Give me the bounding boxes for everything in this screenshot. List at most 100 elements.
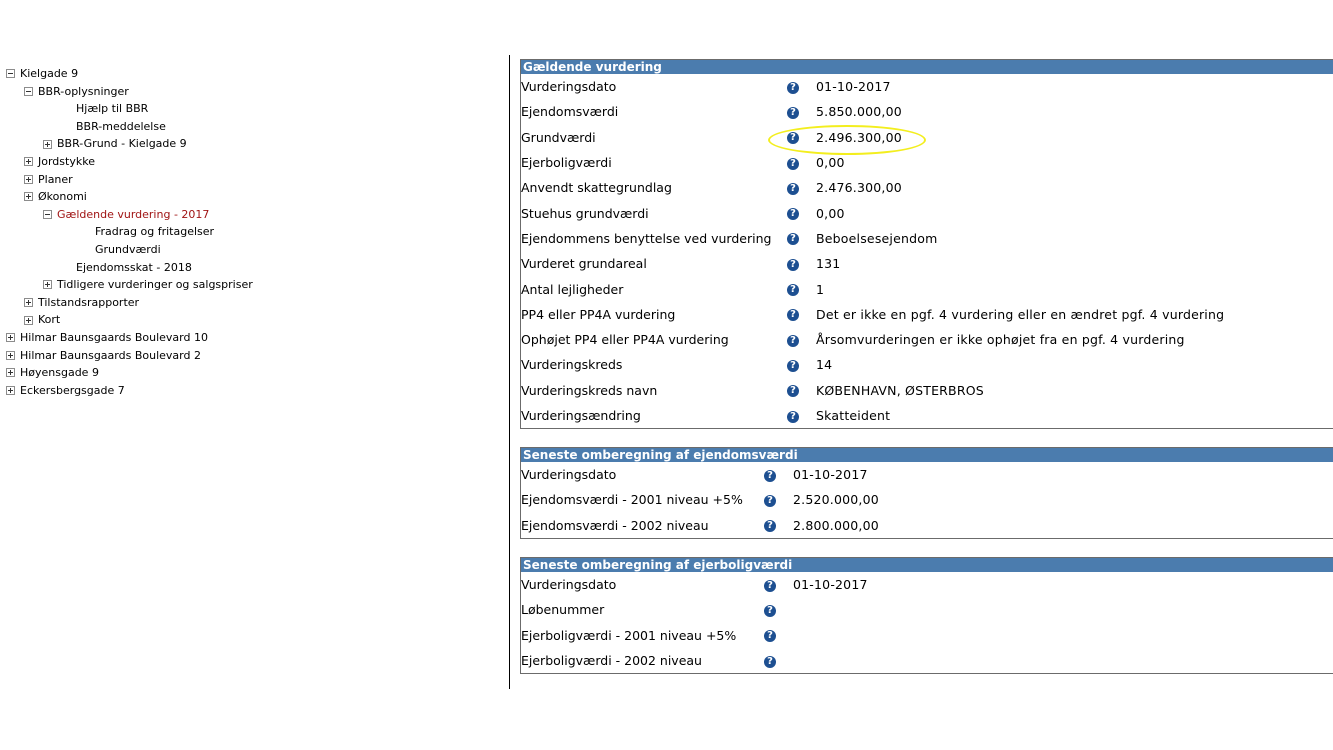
value-cell: 2.476.300,00 — [801, 175, 1333, 200]
question-circle-icon[interactable]: ? — [764, 630, 776, 643]
tree-node-label[interactable]: Hilmar Baunsgaards Boulevard 2 — [20, 347, 201, 365]
tree-node-label[interactable]: Eckersbergsgade 7 — [20, 382, 125, 400]
tree-node[interactable]: Tilstandsrapporter — [6, 294, 501, 312]
tree-node[interactable]: Ejendomsskat - 2018 — [6, 259, 501, 277]
tree-node[interactable]: Fradrag og fritagelser — [6, 223, 501, 241]
panel-title: Seneste omberegning af ejendomsværdi — [521, 448, 1333, 462]
tree-node-label[interactable]: Fradrag og fritagelser — [95, 223, 214, 241]
question-circle-icon[interactable]: ? — [764, 579, 776, 592]
tree-node-label[interactable]: Økonomi — [38, 188, 87, 206]
table-row: Vurderingsdato? 01-10-2017 — [521, 462, 1333, 487]
question-circle-icon[interactable]: ? — [764, 604, 776, 617]
tree-node[interactable]: Eckersbergsgade 7 — [6, 382, 501, 400]
question-circle-icon[interactable]: ? — [764, 494, 776, 507]
tree-node-label[interactable]: Høyensgade 9 — [20, 364, 99, 382]
question-circle-icon[interactable]: ? — [787, 157, 799, 170]
question-circle-icon[interactable]: ? — [764, 469, 776, 482]
leaf-spacer — [81, 245, 90, 254]
tree-node-label[interactable]: Tidligere vurderinger og salgspriser — [57, 276, 253, 294]
tree-node-label[interactable]: BBR-meddelelse — [76, 118, 166, 136]
row-value: 2.520.000,00 — [793, 492, 879, 508]
tree-node-label[interactable]: Hjælp til BBR — [76, 100, 148, 118]
tree-node[interactable]: Hilmar Baunsgaards Boulevard 10 — [6, 329, 501, 347]
question-circle-icon[interactable]: ? — [787, 106, 799, 119]
expand-icon[interactable] — [24, 315, 33, 325]
collapse-icon[interactable] — [6, 69, 15, 79]
table-row: Ejendomsværdi? 5.850.000,00 — [521, 99, 1333, 124]
value-cell: 5.850.000,00 — [801, 99, 1333, 124]
tree-node[interactable]: BBR-meddelelse — [6, 118, 501, 136]
question-circle-icon[interactable]: ? — [764, 655, 776, 668]
tree-node-label[interactable]: Tilstandsrapporter — [38, 294, 139, 312]
expand-icon[interactable] — [24, 157, 33, 167]
tree-node[interactable]: Grundværdi — [6, 241, 501, 259]
tree-node[interactable]: Kort — [6, 311, 501, 329]
row-label: Vurderingsdato — [521, 577, 617, 593]
tree-node[interactable]: Gældende vurdering - 2017 — [6, 206, 501, 224]
question-circle-icon[interactable]: ? — [787, 410, 799, 423]
question-circle-icon[interactable]: ? — [787, 233, 799, 246]
tree-node-label[interactable]: Grundværdi — [95, 241, 161, 259]
tree-node[interactable]: Økonomi — [6, 188, 501, 206]
expand-icon[interactable] — [6, 368, 15, 378]
value-cell: 131 — [801, 251, 1333, 276]
question-circle-icon[interactable]: ? — [764, 520, 776, 533]
tree-node[interactable]: Hjælp til BBR — [6, 100, 501, 118]
recalc-owner-table: Vurderingsdato? 01-10-2017 Løbenummer? Ejer… — [521, 572, 1333, 673]
tree-node-label[interactable]: BBR-oplysninger — [38, 83, 129, 101]
table-row: Vurderingskreds? 14 — [521, 352, 1333, 377]
tree-node[interactable]: Kielgade 9 — [6, 65, 501, 83]
question-circle-icon[interactable]: ? — [787, 309, 799, 322]
tree-node-label[interactable]: Hilmar Baunsgaards Boulevard 10 — [20, 329, 208, 347]
tree-node[interactable]: BBR-oplysninger — [6, 83, 501, 101]
question-circle-icon[interactable]: ? — [787, 182, 799, 195]
value-cell: 01-10-2017 — [801, 74, 1333, 99]
question-circle-icon[interactable]: ? — [787, 334, 799, 347]
tree-node-label[interactable]: Ejendomsskat - 2018 — [76, 259, 192, 277]
question-circle-icon[interactable]: ? — [787, 208, 799, 221]
recalc-property-table: Vurderingsdato? 01-10-2017 Ejendomsværdi -… — [521, 462, 1333, 538]
help-cell: ? — [785, 226, 801, 251]
tree-node-label[interactable]: Kielgade 9 — [20, 65, 78, 83]
expand-icon[interactable] — [6, 350, 15, 360]
value-cell: 0,00 — [801, 200, 1333, 225]
row-value: 01-10-2017 — [816, 79, 891, 95]
tree-node[interactable]: BBR-Grund - Kielgade 9 — [6, 135, 501, 153]
panel-title: Gældende vurdering — [521, 60, 1333, 74]
expand-icon[interactable] — [24, 192, 33, 202]
question-circle-icon[interactable]: ? — [787, 284, 799, 297]
question-circle-icon[interactable]: ? — [787, 81, 799, 94]
panel-title: Seneste omberegning af ejerboligværdi — [521, 558, 1333, 572]
help-cell: ? — [785, 327, 801, 352]
tree-node-label[interactable]: Jordstykke — [38, 153, 95, 171]
tree-node[interactable]: Høyensgade 9 — [6, 364, 501, 382]
row-label: Grundværdi — [521, 129, 596, 145]
question-circle-icon[interactable]: ? — [787, 359, 799, 372]
expand-icon[interactable] — [43, 139, 52, 149]
expand-icon[interactable] — [24, 298, 33, 308]
table-row: Ejerboligværdi? 0,00 — [521, 150, 1333, 175]
question-circle-icon[interactable]: ? — [787, 132, 799, 145]
tree-node-label[interactable]: Gældende vurdering - 2017 — [57, 206, 209, 224]
leaf-spacer — [62, 122, 71, 131]
tree-node[interactable]: Tidligere vurderinger og salgspriser — [6, 276, 501, 294]
collapse-icon[interactable] — [43, 210, 52, 220]
tree-node-label[interactable]: Kort — [38, 311, 60, 329]
question-circle-icon[interactable]: ? — [787, 385, 799, 398]
row-value: Beboelsesejendom — [816, 230, 938, 246]
tree-node-label[interactable]: BBR-Grund - Kielgade 9 — [57, 135, 187, 153]
expand-icon[interactable] — [6, 385, 15, 395]
question-circle-icon[interactable]: ? — [787, 258, 799, 271]
tree-node-label[interactable]: Planer — [38, 171, 73, 189]
tree-node[interactable]: Jordstykke — [6, 153, 501, 171]
expand-icon[interactable] — [6, 333, 15, 343]
tree-node[interactable]: Hilmar Baunsgaards Boulevard 2 — [6, 347, 501, 365]
tree-node[interactable]: Planer — [6, 171, 501, 189]
row-label: Ejerboligværdi - 2001 niveau +5% — [521, 627, 737, 643]
value-cell: 14 — [801, 352, 1333, 377]
row-value — [778, 602, 793, 617]
row-label: Vurderingskreds navn — [521, 382, 658, 398]
expand-icon[interactable] — [43, 280, 52, 290]
collapse-icon[interactable] — [24, 86, 33, 96]
expand-icon[interactable] — [24, 174, 33, 184]
